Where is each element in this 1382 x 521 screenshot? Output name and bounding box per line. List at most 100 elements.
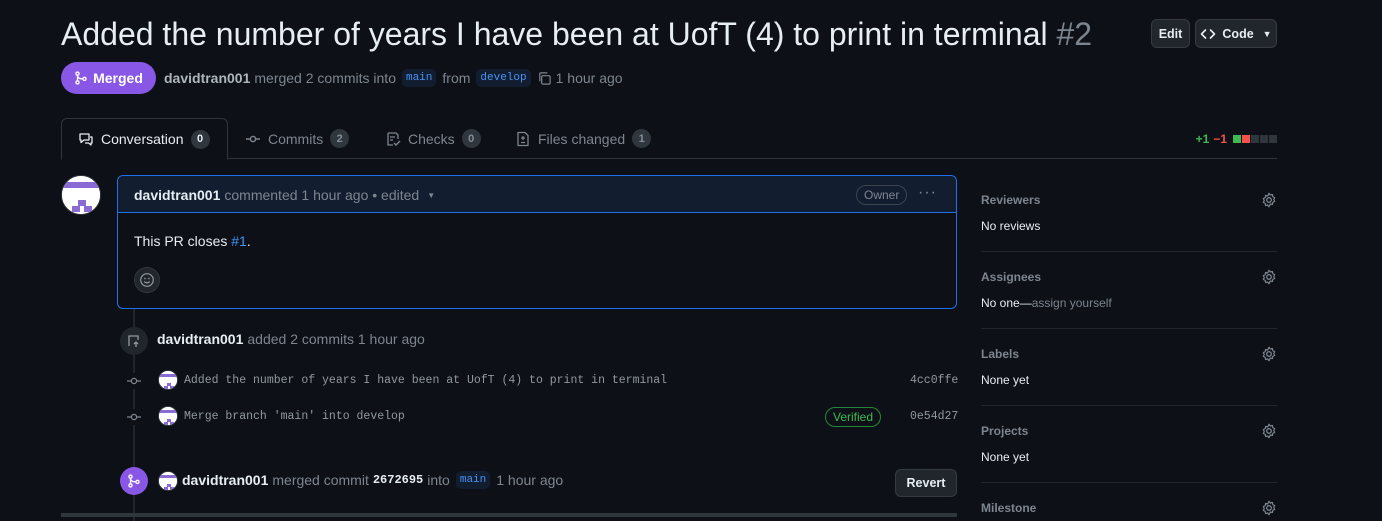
diff-blocks	[1233, 135, 1277, 143]
commit-avatar[interactable]	[158, 406, 178, 426]
git-commit-icon	[126, 373, 142, 389]
sidebar-assignees: Assignees No one—assign yourself	[981, 252, 1277, 329]
tab-commits-label: Commits	[268, 130, 324, 147]
tab-conversation[interactable]: Conversation 0	[61, 118, 228, 160]
merge-author[interactable]: davidtran001	[182, 472, 268, 488]
head-branch[interactable]: develop	[476, 69, 531, 87]
merge-avatar[interactable]	[158, 471, 178, 491]
commit-sha[interactable]: 4cc0ffe	[910, 374, 958, 387]
commit-avatar[interactable]	[158, 370, 178, 390]
comment-box: davidtran001 commented 1 hour ago • edit…	[117, 175, 957, 309]
repo-push-icon	[120, 327, 148, 355]
sidebar-labels: Labels None yet	[981, 329, 1277, 406]
file-diff-icon	[517, 131, 529, 146]
tab-files-changed-label: Files changed	[538, 130, 626, 147]
milestone-label[interactable]: Milestone	[981, 501, 1036, 515]
merged-status-badge: Merged	[61, 62, 156, 94]
merge-commit-sha[interactable]: 2672695	[373, 473, 423, 487]
avatar[interactable]	[61, 175, 101, 215]
sidebar-projects: Projects None yet	[981, 406, 1277, 483]
comment-body-text: This PR closes	[134, 233, 228, 249]
commit-message[interactable]: Added the number of years I have been at…	[184, 374, 667, 387]
pr-tabs: Conversation 0 Commits 2 Checks 0 Files …	[61, 118, 1277, 160]
tab-commits[interactable]: Commits 2	[229, 118, 365, 159]
reviewers-value: No reviews	[981, 219, 1041, 233]
merge-branch[interactable]: main	[455, 471, 491, 489]
merge-event-text: merged commit	[272, 472, 369, 488]
verified-badge[interactable]: Verified	[825, 407, 882, 427]
smiley-icon	[140, 273, 154, 287]
merge-time: 1 hour ago	[496, 472, 564, 488]
tab-checks-count: 0	[461, 129, 481, 148]
add-reaction-button[interactable]	[134, 267, 160, 293]
comment-header: davidtran001 commented 1 hour ago • edit…	[118, 176, 956, 213]
commit-message[interactable]: Merge branch 'main' into develop	[184, 410, 405, 423]
owner-badge: Owner	[856, 185, 908, 205]
code-icon	[1201, 28, 1216, 39]
commit-sha[interactable]: 0e54d27	[910, 410, 958, 423]
issue-link[interactable]: #1	[231, 233, 247, 249]
comment-meta-text[interactable]: commented 1 hour ago • edited	[224, 187, 419, 203]
commit-icon	[246, 135, 260, 142]
merged-badge-label: Merged	[93, 70, 143, 86]
merge-event-icon	[120, 467, 148, 495]
push-author[interactable]: davidtran001	[157, 331, 243, 347]
merge-into-text: into	[427, 472, 450, 488]
tab-conversation-count: 0	[190, 129, 210, 149]
assignees-value: No one—assign yourself	[981, 296, 1112, 310]
tab-checks[interactable]: Checks 0	[369, 118, 497, 159]
conversation-icon	[79, 133, 93, 146]
gear-icon[interactable]	[1261, 346, 1277, 362]
assign-yourself-link[interactable]: assign yourself	[1032, 296, 1112, 310]
diffstat: +1 −1	[1196, 132, 1277, 146]
edit-button[interactable]: Edit	[1151, 19, 1190, 48]
tab-files-changed[interactable]: Files changed 1	[499, 118, 667, 159]
comment-body-suffix: .	[246, 233, 251, 249]
diff-additions: +1	[1195, 132, 1210, 146]
comment-meta: davidtran001 commented 1 hour ago • edit…	[134, 187, 435, 203]
pr-title: Added the number of years I have been at…	[61, 16, 1092, 53]
tab-conversation-label: Conversation	[101, 131, 184, 147]
merge-icon	[75, 71, 87, 85]
merge-event: davidtran001 merged commit 2672695 into …	[182, 471, 563, 489]
tab-files-changed-count: 1	[632, 129, 652, 148]
git-commit-icon	[126, 409, 142, 425]
checklist-icon	[387, 131, 401, 146]
comment-author[interactable]: davidtran001	[134, 187, 220, 203]
push-event: davidtran001 added 2 commits 1 hour ago	[157, 331, 425, 347]
gear-icon[interactable]	[1261, 192, 1277, 208]
diff-deletions: −1	[1213, 132, 1227, 146]
gear-icon[interactable]	[1261, 423, 1277, 439]
assignees-none: No one—	[981, 296, 1032, 310]
sidebar-reviewers: Reviewers No reviews	[981, 175, 1277, 252]
gear-icon[interactable]	[1261, 269, 1277, 285]
projects-label[interactable]: Projects	[981, 424, 1028, 438]
tab-checks-label: Checks	[408, 130, 455, 147]
projects-value: None yet	[981, 450, 1030, 464]
reviewers-label[interactable]: Reviewers	[981, 193, 1040, 207]
pr-meta: davidtran001 merged 2 commits into main …	[164, 67, 623, 89]
tab-commits-count: 2	[330, 129, 350, 148]
labels-value: None yet	[981, 373, 1030, 387]
caret-down-icon[interactable]: ▼	[427, 191, 435, 200]
base-branch[interactable]: main	[401, 69, 437, 87]
revert-button[interactable]: Revert	[895, 469, 957, 497]
pr-number: #2	[1056, 16, 1093, 52]
comment-body: This PR closes #1.	[134, 233, 251, 249]
labels-label[interactable]: Labels	[981, 347, 1019, 361]
pr-title-text: Added the number of years I have been at…	[61, 16, 1048, 52]
kebab-menu-icon[interactable]: ···	[918, 184, 937, 202]
sidebar-milestone: Milestone	[981, 483, 1277, 521]
code-button-label: Code	[1222, 26, 1254, 41]
timeline-divider	[61, 513, 957, 517]
from-text: from	[442, 70, 471, 86]
gear-icon[interactable]	[1261, 500, 1277, 516]
pr-time: 1 hour ago	[555, 70, 623, 86]
assignees-label[interactable]: Assignees	[981, 270, 1041, 284]
copy-icon[interactable]	[537, 71, 552, 86]
author-link[interactable]: davidtran001	[164, 70, 250, 86]
identicon	[62, 176, 100, 214]
push-event-text: added 2 commits 1 hour ago	[247, 331, 425, 347]
code-button[interactable]: Code ▼	[1195, 19, 1277, 48]
caret-down-icon: ▼	[1262, 28, 1272, 39]
